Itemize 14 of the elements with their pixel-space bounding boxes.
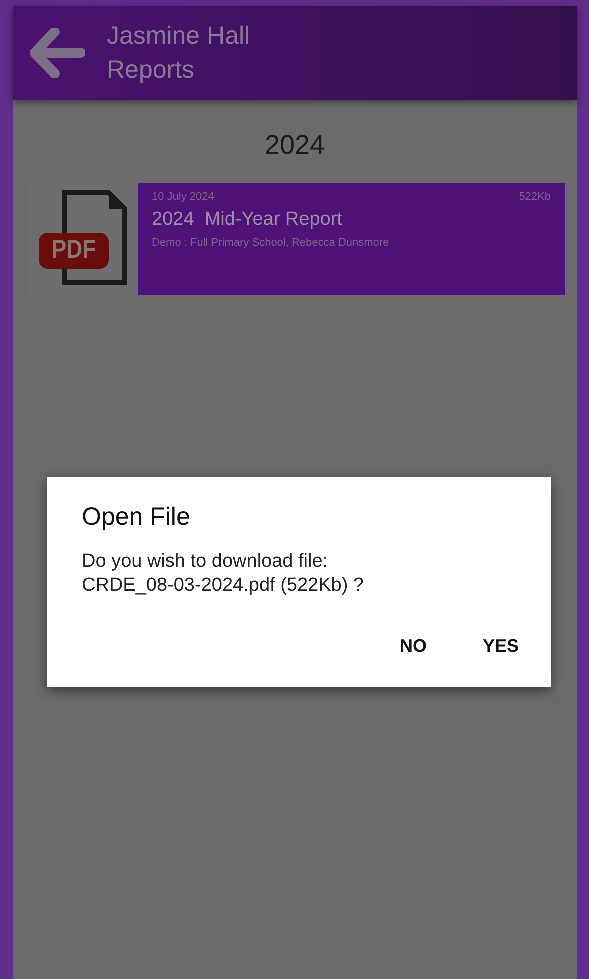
report-card[interactable]: 10 July 2024 522Kb 2024 Mid-Year Report Demo : Full Primary School, Rebecca Dunsmore — [138, 183, 565, 295]
student-name: Jasmine Hall — [107, 21, 250, 52]
report-date: 10 July 2024 — [152, 191, 214, 203]
dialog-title: Open File — [82, 503, 192, 532]
dialog-button[interactable]: NO — [392, 630, 435, 663]
dialog-message: Do you wish to download file: — [82, 550, 330, 574]
page-title: Reports — [107, 55, 196, 86]
dialog-button[interactable]: YES — [474, 630, 527, 663]
pdf-label: PDF — [50, 234, 98, 266]
report-title: 2024 Mid-Year Report — [152, 209, 344, 231]
file-name: CRDE_08-03-2024.pdf (522Kb) ? — [82, 574, 366, 598]
report-details: Demo : Full Primary School, Rebecca Dunsmore — [152, 237, 390, 249]
file-size: 522Kb — [519, 191, 551, 203]
year-heading: 2024 — [264, 130, 326, 161]
